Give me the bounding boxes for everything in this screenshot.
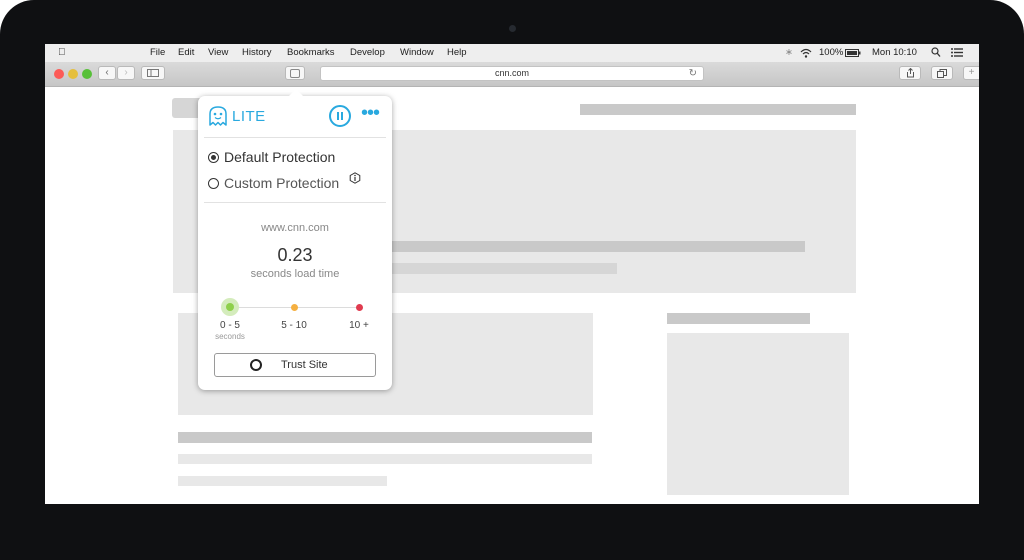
hero-subline-placeholder [385, 263, 617, 274]
ghostery-popup: LITE ••• Default Protection Custom Prote… [198, 96, 392, 390]
scale-slow-dot [356, 304, 363, 311]
scale-fast-unit: seconds [215, 332, 245, 341]
back-button[interactable]: ‹ [98, 66, 116, 80]
load-time-label: seconds load time [250, 268, 340, 280]
default-protection-radio[interactable] [208, 152, 219, 163]
ghost-logo-icon [209, 106, 227, 126]
menu-edit[interactable]: Edit [178, 47, 194, 58]
sidebar-title-placeholder [667, 313, 810, 324]
wifi-icon[interactable] [800, 48, 812, 58]
article-line-placeholder [178, 454, 592, 464]
ghost-icon [290, 69, 300, 78]
header-line-placeholder [580, 104, 856, 115]
battery-icon[interactable] [845, 49, 861, 57]
info-icon[interactable] [349, 172, 361, 184]
reload-icon[interactable]: ↻ [689, 67, 697, 80]
menu-bar:  File Edit View History Bookmarks Devel… [45, 44, 979, 62]
scale-fast-dot [226, 303, 234, 311]
brand-label: LITE [232, 108, 266, 125]
menu-file[interactable]: File [150, 47, 165, 58]
article-title-placeholder [178, 432, 592, 443]
hero-line-placeholder [385, 241, 805, 252]
scale-medium-dot [291, 304, 298, 311]
new-tab-button[interactable]: + [963, 66, 979, 80]
apple-icon[interactable]:  [58, 47, 66, 58]
address-bar[interactable]: cnn.com ↻ [320, 66, 704, 81]
menu-help[interactable]: Help [447, 47, 467, 58]
close-window-button[interactable] [54, 69, 64, 79]
divider [204, 137, 386, 138]
sidebar-box-placeholder [667, 333, 849, 495]
zoom-window-button[interactable] [82, 69, 92, 79]
menu-view[interactable]: View [208, 47, 228, 58]
menu-bookmarks[interactable]: Bookmarks [287, 47, 335, 58]
tabs-icon [937, 69, 947, 78]
clock[interactable]: Mon 10:10 [872, 47, 917, 58]
menu-develop[interactable]: Develop [350, 47, 385, 58]
trust-site-button[interactable]: Trust Site [214, 353, 376, 377]
battery-percent: 100% [819, 47, 844, 58]
camera [509, 25, 516, 32]
trust-ring-icon [250, 359, 262, 371]
browser-toolbar: ‹ › cnn.com ↻ + [45, 62, 979, 87]
notification-center-icon[interactable] [951, 48, 963, 57]
custom-protection-radio[interactable] [208, 178, 219, 189]
chevron-right-icon: › [124, 67, 128, 78]
article-line-short-placeholder [178, 476, 387, 486]
scale-slow-label: 10 + [349, 320, 369, 331]
share-icon [906, 67, 914, 78]
bluetooth-icon[interactable]: ∗ [785, 47, 793, 58]
scale-medium-label: 5 - 10 [281, 320, 307, 331]
menu-history[interactable]: History [242, 47, 272, 58]
default-protection-label[interactable]: Default Protection [224, 149, 335, 165]
load-time-value: 0.23 [277, 245, 313, 265]
share-button[interactable] [899, 66, 921, 80]
forward-button[interactable]: › [117, 66, 135, 80]
divider [204, 202, 386, 203]
sidebar-button[interactable] [141, 66, 165, 80]
menu-window[interactable]: Window [400, 47, 434, 58]
popup-arrow [289, 89, 303, 96]
scale-fast-label: 0 - 5 [219, 320, 240, 331]
more-options-icon[interactable]: ••• [361, 102, 380, 125]
url-text: cnn.com [494, 68, 529, 78]
ghostery-extension-button[interactable] [285, 66, 305, 80]
tabs-overview-button[interactable] [931, 66, 953, 80]
trust-site-label: Trust Site [281, 359, 328, 371]
minimize-window-button[interactable] [68, 69, 78, 79]
pause-button[interactable] [329, 105, 351, 127]
custom-protection-label[interactable]: Custom Protection [224, 175, 339, 191]
spotlight-search-icon[interactable] [931, 47, 941, 58]
sidebar-icon [147, 69, 159, 77]
plus-icon: + [968, 67, 975, 78]
chevron-left-icon: ‹ [105, 67, 109, 78]
site-domain: www.cnn.com [261, 222, 329, 234]
